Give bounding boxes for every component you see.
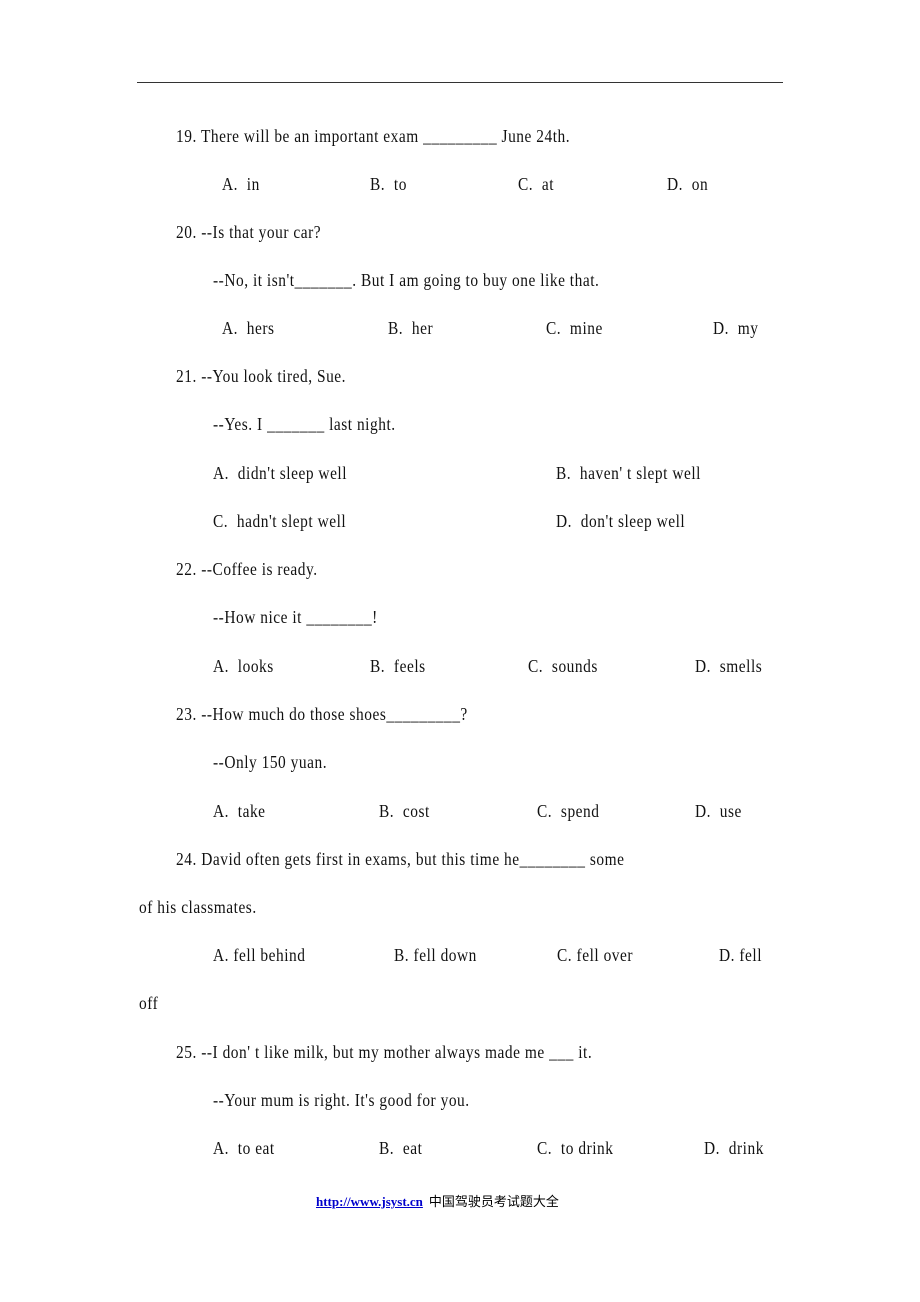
question-23-reply: --Only 150 yuan. — [213, 752, 327, 772]
answer-blank: _______ — [267, 414, 325, 434]
option-a: A. to eat — [213, 1138, 275, 1158]
stem-text: last night. — [324, 414, 396, 434]
option-a: A. didn't sleep well — [213, 463, 348, 483]
question-20-stem: 20. --Is that your car? — [176, 222, 321, 242]
question-number: 24. — [176, 849, 197, 869]
answer-blank: ________ — [306, 607, 373, 627]
option-a: A. fell behind — [213, 945, 306, 965]
option-a: A. take — [213, 801, 266, 821]
stem-text: --Yes. I — [213, 414, 268, 434]
stem-text: --Coffee is ready. — [201, 559, 318, 579]
page-footer: http://www.jsyst.cn 中国驾驶员考试题大全 — [316, 1191, 559, 1210]
stem-text: ? — [460, 704, 468, 724]
question-number: 22. — [176, 559, 197, 579]
question-24-stem-cont: of his classmates. — [139, 897, 257, 917]
option-c: C. hadn't slept well — [213, 511, 347, 531]
stem-text: --How nice it — [213, 607, 307, 627]
answer-blank: ________ — [519, 849, 586, 869]
answer-blank: _________ — [423, 126, 498, 146]
question-23-stem: 23. --How much do those shoes_________? — [176, 704, 468, 724]
answer-blank: _________ — [386, 704, 461, 724]
question-number: 23. — [176, 704, 197, 724]
option-d: D. drink — [704, 1138, 764, 1158]
stem-text: --Only 150 yuan. — [213, 752, 328, 772]
question-21-reply: --Yes. I _______ last night. — [213, 414, 396, 434]
option-a: A. in — [222, 174, 260, 194]
option-b: B. haven' t slept well — [556, 463, 701, 483]
option-a: A. looks — [213, 656, 274, 676]
option-b: B. to — [370, 174, 407, 194]
question-25-reply: --Your mum is right. It's good for you. — [213, 1090, 470, 1110]
stem-text: --No, it isn't — [213, 270, 295, 290]
stem-text: ! — [372, 607, 378, 627]
stem-text: it. — [573, 1042, 593, 1062]
option-c: C. mine — [546, 318, 603, 338]
question-number: 25. — [176, 1042, 197, 1062]
stem-text: --Is that your car? — [201, 222, 322, 242]
question-number: 20. — [176, 222, 197, 242]
option-d: D. use — [695, 801, 742, 821]
option-c: C. sounds — [528, 656, 598, 676]
stem-text: some — [585, 849, 625, 869]
question-number: 21. — [176, 366, 197, 386]
stem-text: --You look tired, Sue. — [201, 366, 347, 386]
stem-text: June 24th. — [497, 126, 571, 146]
stem-text: --I don' t like milk, but my mother alwa… — [201, 1042, 550, 1062]
option-c: C. to drink — [537, 1138, 614, 1158]
option-d: D. my — [713, 318, 759, 338]
footer-text: 中国驾驶员考试题大全 — [428, 1195, 559, 1210]
option-d: D. on — [667, 174, 709, 194]
option-d: D. don't sleep well — [556, 511, 686, 531]
option-b: B. eat — [379, 1138, 423, 1158]
option-d: D. smells — [695, 656, 763, 676]
option-a: A. hers — [222, 318, 275, 338]
footer-link[interactable]: http://www.jsyst.cn — [316, 1194, 423, 1209]
stem-text: . But I am going to buy one like that. — [352, 270, 600, 290]
question-22-reply: --How nice it ________! — [213, 607, 378, 627]
option-b: B. fell down — [394, 945, 477, 965]
stem-text: David often gets first in exams, but thi… — [201, 849, 520, 869]
option-c: C. fell over — [557, 945, 634, 965]
option-c: C. at — [518, 174, 555, 194]
option-c: C. spend — [537, 801, 600, 821]
option-b: B. cost — [379, 801, 430, 821]
option-d: D. fell — [719, 945, 763, 965]
stem-text: There will be an important exam — [200, 126, 424, 146]
question-number: 19. — [176, 126, 197, 146]
option-b: B. feels — [370, 656, 426, 676]
question-20-reply: --No, it isn't_______. But I am going to… — [213, 270, 599, 290]
answer-blank: ___ — [549, 1042, 574, 1062]
question-21-stem: 21. --You look tired, Sue. — [176, 366, 346, 386]
question-19-stem: 19. There will be an important exam ____… — [176, 126, 570, 146]
question-24-stem: 24. David often gets first in exams, but… — [176, 849, 624, 869]
answer-blank: _______ — [294, 270, 353, 290]
stem-text: --How much do those shoes — [201, 704, 387, 724]
question-22-stem: 22. --Coffee is ready. — [176, 559, 318, 579]
question-25-stem: 25. --I don' t like milk, but my mother … — [176, 1042, 592, 1062]
option-d-wrap: off — [139, 993, 159, 1013]
option-b: B. her — [388, 318, 434, 338]
header-rule — [137, 82, 783, 83]
